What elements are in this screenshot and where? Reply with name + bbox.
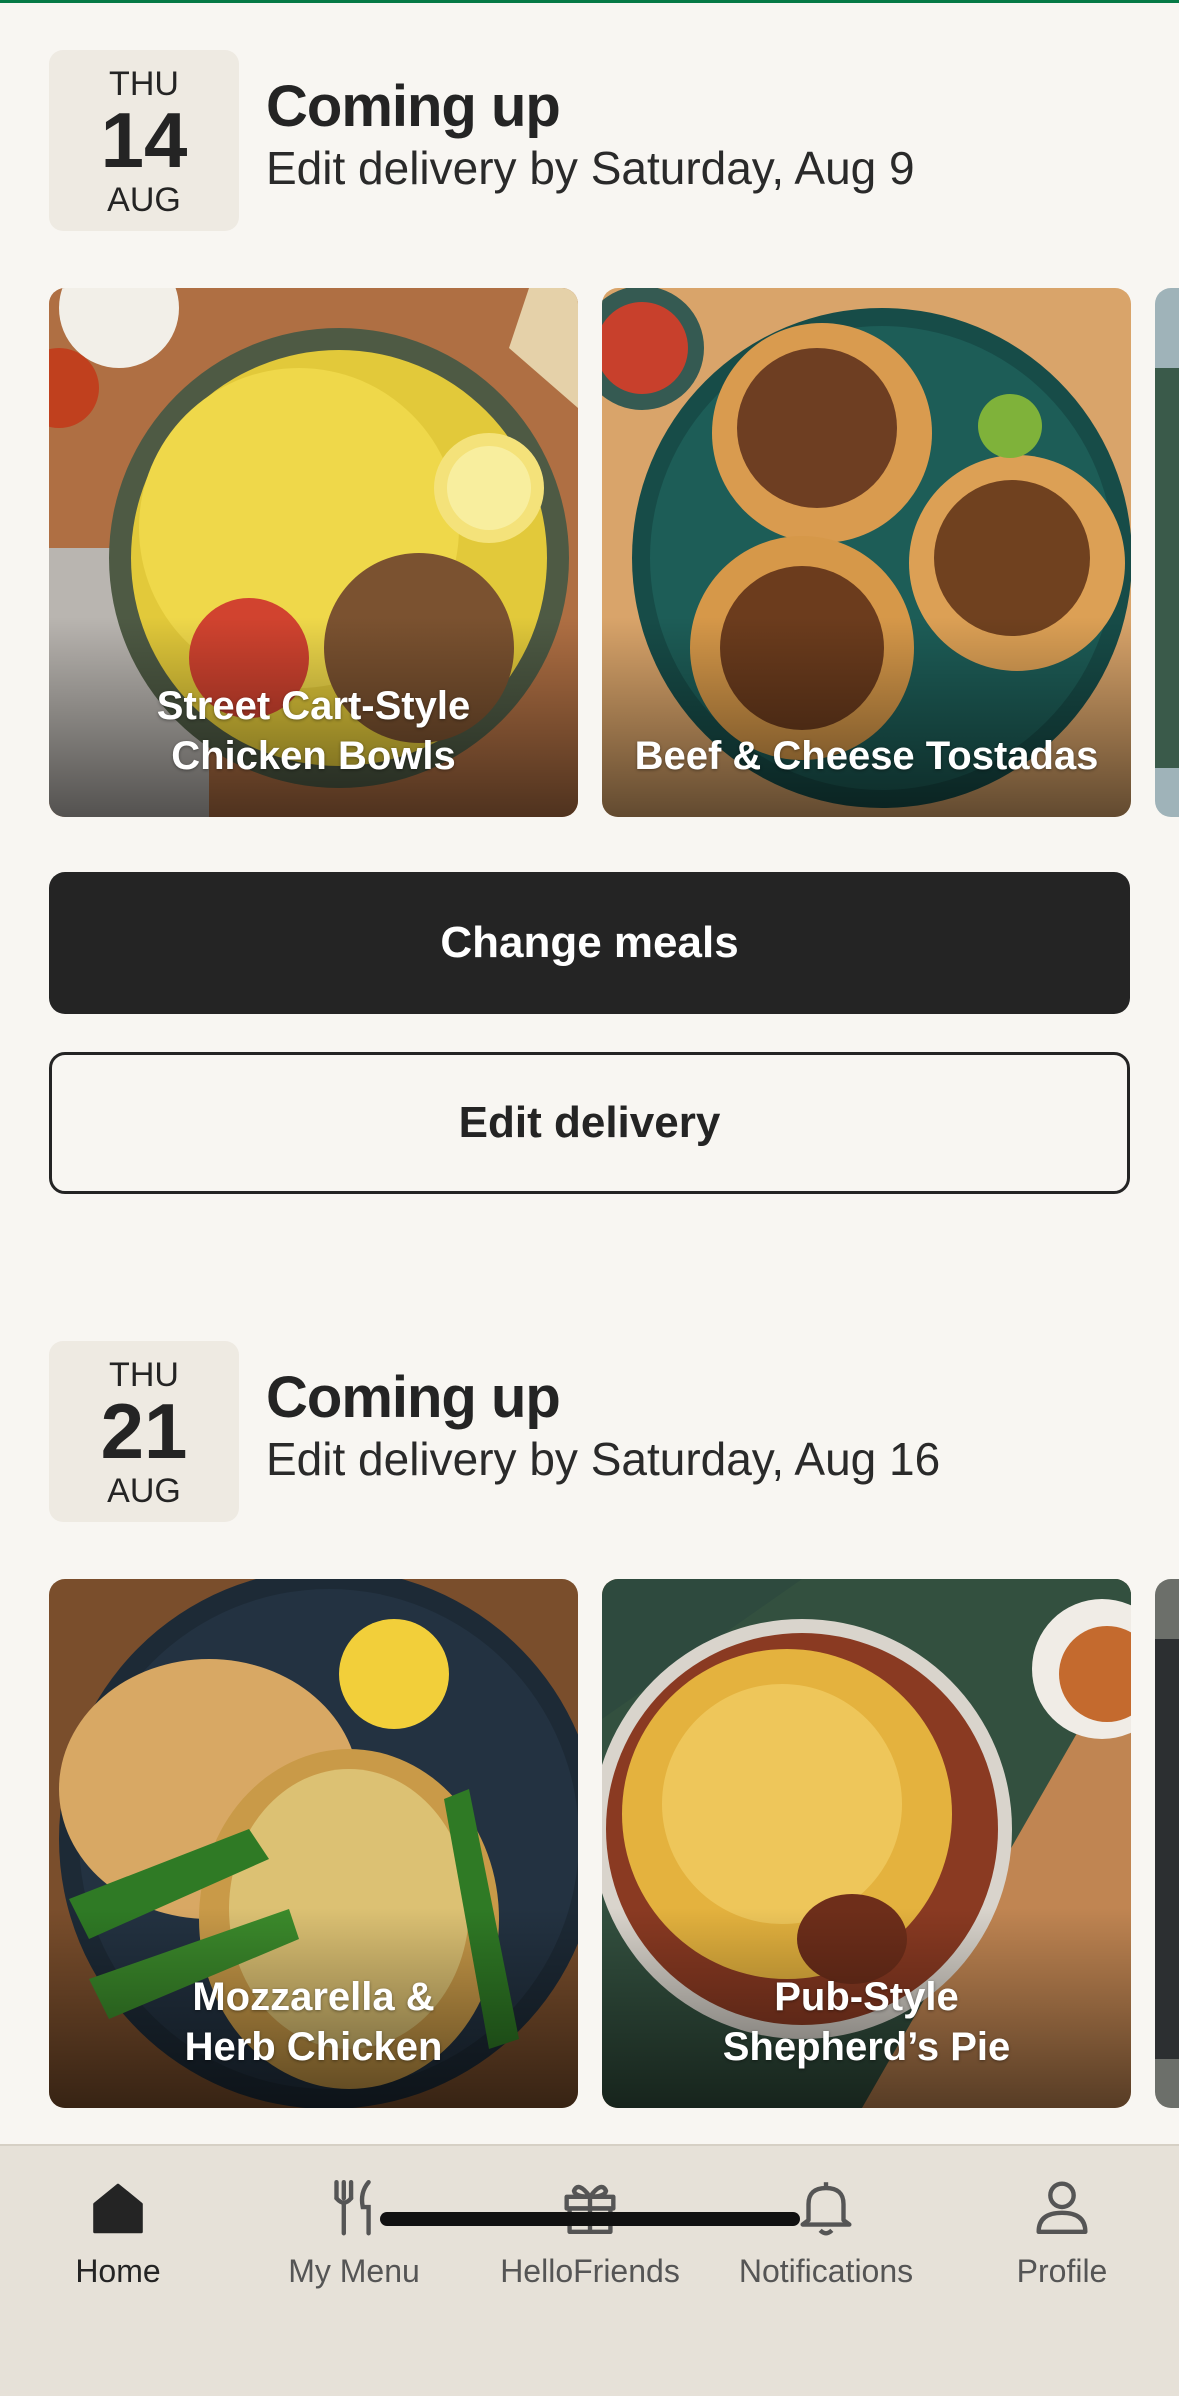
bottom-tab-bar: Home My Menu HelloFriends Notifications [0,2144,1179,2396]
section-title: Coming up [266,1365,561,1430]
date-day: 21 [100,1387,188,1475]
tab-hellofriends[interactable]: HelloFriends [472,2172,708,2302]
tab-my-menu[interactable]: My Menu [236,2172,472,2302]
home-icon [93,2183,143,2234]
meal-card-peek[interactable] [1155,1579,1179,2108]
section-title: Coming up [266,74,561,139]
meal-carousel[interactable]: Street Cart-Style Chicken Bowls Beef & C… [49,288,1179,817]
meal-photo [1155,1579,1179,2108]
home-indicator[interactable] [380,2212,800,2226]
date-month: AUG [107,181,181,219]
tab-label: My Menu [288,2253,420,2289]
meal-name: Mozzarella & Herb Chicken [184,1975,443,2069]
edit-deadline-text: Edit delivery by Saturday, Aug 9 [266,142,915,194]
meal-name: Pub-Style Shepherd’s Pie [722,1975,1011,2069]
tab-notifications[interactable]: Notifications [708,2172,944,2302]
delivery-date-badge: THU 21 AUG [49,1341,239,1522]
tab-label: Home [75,2253,161,2289]
tab-home[interactable]: Home [0,2172,236,2302]
date-day: 14 [100,96,188,184]
meal-card[interactable]: Mozzarella & Herb Chicken [49,1579,578,2108]
change-meals-button[interactable]: Change meals [49,872,1130,1014]
photo-shade [602,617,1131,817]
tab-profile[interactable]: Profile [944,2172,1179,2302]
tab-label: Notifications [738,2253,914,2289]
meal-name: Beef & Cheese Tostadas [634,734,1099,778]
edit-deadline-text: Edit delivery by Saturday, Aug 16 [266,1433,941,1485]
delivery-date-badge: THU 14 AUG [49,50,239,231]
gift-icon [564,2184,616,2234]
meal-card[interactable]: Beef & Cheese Tostadas [602,288,1131,817]
meal-card[interactable]: Pub-Style Shepherd’s Pie [602,1579,1131,2108]
meal-card[interactable]: Street Cart-Style Chicken Bowls [49,288,578,817]
meal-carousel[interactable]: Mozzarella & Herb Chicken Pub-Style Shep… [49,1579,1179,2108]
tab-label: HelloFriends [500,2253,680,2289]
edit-delivery-button[interactable]: Edit delivery [49,1052,1130,1194]
meal-photo [1155,288,1179,817]
person-icon [1036,2181,1088,2234]
meal-card-peek[interactable] [1155,288,1179,817]
bell-icon [800,2182,852,2236]
meal-name: Street Cart-Style Chicken Bowls [156,684,471,778]
tab-label: Profile [1016,2253,1108,2289]
date-month: AUG [107,1472,181,1510]
top-accent-line [0,0,1179,3]
fork-knife-icon [334,2180,371,2236]
